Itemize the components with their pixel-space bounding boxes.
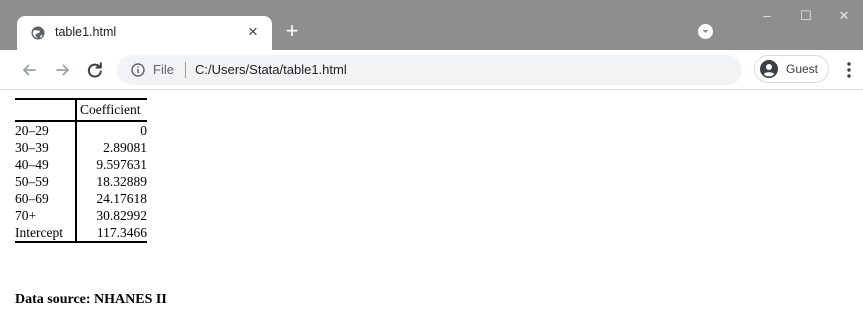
header-label-cell — [15, 99, 77, 121]
row-label: 50–59 — [15, 173, 77, 190]
tab-title: table1.html — [55, 25, 117, 39]
data-source-note: Data source: NHANES II — [15, 292, 167, 307]
table-row: 70+ 30.82992 — [15, 207, 147, 224]
profile-button[interactable]: Guest — [754, 55, 829, 83]
table-row: Intercept 117.3466 — [15, 224, 147, 242]
table-row: 20–29 0 — [15, 121, 147, 139]
url-separator — [185, 62, 186, 78]
reload-icon[interactable] — [84, 59, 106, 81]
row-label: 30–39 — [15, 139, 77, 156]
title-bar: table1.html × + – ☐ ✕ — [0, 0, 863, 50]
row-label: 70+ — [15, 207, 77, 224]
tab-search-dropdown-icon[interactable] — [698, 24, 713, 39]
table-header-row: Coefficient — [15, 99, 147, 121]
profile-label: Guest — [786, 62, 819, 76]
page-content: Coefficient 20–29 0 30–39 2.89081 40–49 … — [0, 91, 863, 324]
new-tab-button[interactable]: + — [280, 20, 304, 44]
avatar-icon — [760, 60, 778, 78]
tab-close-button[interactable]: × — [243, 22, 263, 42]
table-row: 30–39 2.89081 — [15, 139, 147, 156]
globe-icon — [31, 26, 45, 40]
row-value: 2.89081 — [103, 140, 147, 155]
row-value: 117.3466 — [96, 225, 147, 240]
back-arrow-icon[interactable] — [18, 59, 40, 81]
table-row: 40–49 9.597631 — [15, 156, 147, 173]
minimize-button[interactable]: – — [749, 4, 785, 28]
kebab-menu-icon[interactable] — [842, 60, 856, 80]
info-icon[interactable] — [131, 63, 145, 77]
row-label: 40–49 — [15, 156, 77, 173]
row-value: 24.17618 — [96, 191, 147, 206]
table-row: 60–69 24.17618 — [15, 190, 147, 207]
table-row: 50–59 18.32889 — [15, 173, 147, 190]
row-label: 20–29 — [15, 121, 77, 139]
row-label: 60–69 — [15, 190, 77, 207]
forward-arrow-icon[interactable] — [52, 59, 74, 81]
maximize-button[interactable]: ☐ — [788, 4, 824, 28]
regression-table: Coefficient 20–29 0 30–39 2.89081 40–49 … — [15, 98, 147, 243]
browser-toolbar: File C:/Users/Stata/table1.html Guest — [0, 50, 863, 90]
url-text[interactable]: C:/Users/Stata/table1.html — [195, 62, 347, 77]
browser-tab[interactable]: table1.html × — [17, 16, 272, 50]
window-close-button[interactable]: ✕ — [826, 4, 862, 28]
url-scheme-label: File — [153, 62, 174, 77]
address-bar[interactable]: File C:/Users/Stata/table1.html — [117, 55, 742, 85]
row-value: 0 — [140, 123, 147, 138]
row-value: 9.597631 — [96, 157, 147, 172]
row-value: 18.32889 — [96, 174, 147, 189]
header-coefficient-cell: Coefficient — [80, 102, 141, 117]
row-value: 30.82992 — [96, 208, 147, 223]
row-label: Intercept — [15, 224, 77, 242]
